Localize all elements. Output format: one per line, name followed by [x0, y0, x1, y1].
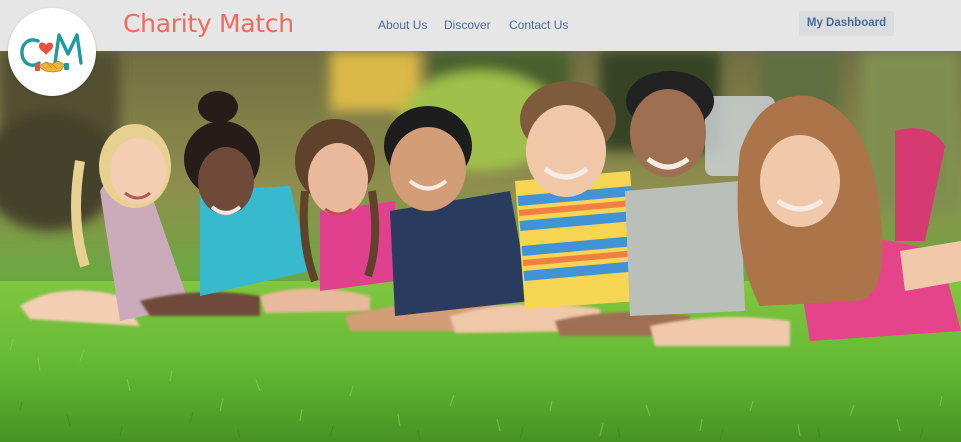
my-dashboard-button[interactable]: My Dashboard [799, 11, 894, 36]
hero-image [0, 51, 961, 442]
site-logo[interactable] [8, 8, 96, 96]
site-brand-title[interactable]: Charity Match [123, 9, 294, 38]
logo-mark-icon [20, 33, 83, 73]
nav-discover[interactable]: Discover [444, 18, 491, 32]
hero-banner [0, 51, 961, 442]
nav-contact-us[interactable]: Contact Us [509, 18, 568, 32]
site-header: Charity Match About Us Discover Contact … [0, 0, 961, 51]
nav-about-us[interactable]: About Us [378, 18, 427, 32]
